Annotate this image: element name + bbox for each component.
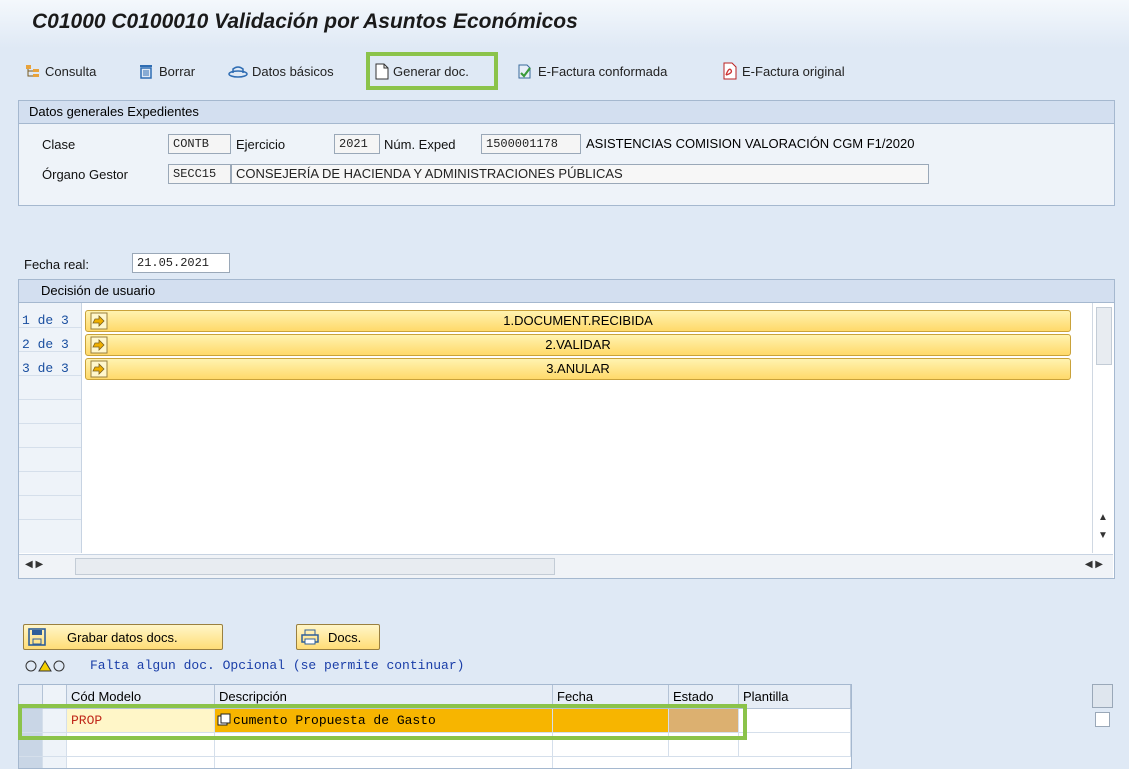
generar-doc-label: Generar doc. bbox=[393, 63, 469, 79]
datos-basicos-label: Datos básicos bbox=[252, 63, 334, 79]
num-exped-label: Núm. Exped bbox=[384, 137, 456, 152]
printer-icon bbox=[301, 629, 319, 645]
hscroll-thumb[interactable] bbox=[75, 558, 555, 575]
col-plantilla[interactable]: Plantilla bbox=[739, 685, 851, 709]
choice-label: 1.DOCUMENT.RECIBIDA bbox=[503, 313, 653, 328]
docs-label: Docs. bbox=[328, 629, 362, 645]
fecha-real-field[interactable]: 21.05.2021 bbox=[132, 253, 230, 273]
decision-panel: Decisión de usuario 1 de 3 1.DOCUMENT.RE… bbox=[18, 279, 1115, 579]
scroll-down-icon[interactable]: ▼ bbox=[1098, 530, 1108, 541]
document-check-icon bbox=[518, 64, 531, 79]
efactura-original-label: E-Factura original bbox=[742, 63, 845, 79]
efactura-original-button[interactable]: E-Factura original bbox=[722, 58, 845, 84]
save-icon bbox=[28, 628, 46, 646]
status-message: Falta algun doc. Opcional (se permite co… bbox=[90, 658, 465, 673]
consulta-button[interactable]: Consulta bbox=[25, 58, 96, 84]
title-bar: C01000 C0100010 Validación por Asuntos E… bbox=[0, 0, 1129, 48]
fecha-real-label: Fecha real: bbox=[24, 257, 90, 272]
table-scroll-thumb[interactable] bbox=[1095, 712, 1110, 727]
scroll-thumb[interactable] bbox=[1096, 307, 1112, 365]
row-selector[interactable] bbox=[19, 709, 43, 733]
borrar-button[interactable]: Borrar bbox=[137, 58, 195, 84]
scroll-up-icon[interactable]: ▲ bbox=[1098, 512, 1108, 523]
pdf-icon bbox=[723, 62, 737, 80]
col-estado[interactable]: Estado bbox=[669, 685, 739, 709]
cod-modelo-cell[interactable]: PROP bbox=[67, 709, 215, 733]
col-descripcion[interactable]: Descripción bbox=[215, 685, 553, 709]
tree-structure-icon bbox=[26, 65, 39, 77]
col-cod-modelo[interactable]: Cód Modelo bbox=[67, 685, 215, 709]
documents-table: Cód Modelo Descripción Fecha Estado Plan… bbox=[18, 684, 852, 769]
choice-label: 2.VALIDAR bbox=[545, 337, 611, 352]
datos-generales-header: Datos generales Expedientes bbox=[19, 101, 1114, 124]
row-selector[interactable] bbox=[19, 757, 43, 768]
option-number: 2 de 3 bbox=[22, 337, 69, 352]
scroll-right-icon[interactable]: ◀ ▶ bbox=[1085, 559, 1103, 570]
hat-icon bbox=[228, 66, 248, 78]
clase-label: Clase bbox=[42, 137, 76, 152]
empty-cell[interactable] bbox=[553, 733, 669, 757]
column-spacer bbox=[43, 685, 67, 709]
generar-doc-button[interactable]: Generar doc. bbox=[375, 58, 469, 84]
choice-document-recibida[interactable]: 1.DOCUMENT.RECIBIDA bbox=[85, 310, 1071, 332]
grabar-datos-docs-button[interactable]: Grabar datos docs. bbox=[23, 624, 223, 650]
decision-header: Decisión de usuario bbox=[19, 280, 1114, 303]
efactura-conformada-button[interactable]: E-Factura conformada bbox=[516, 58, 667, 84]
num-exped-field[interactable]: 1500001178 bbox=[481, 134, 581, 154]
row-spacer bbox=[43, 709, 67, 733]
traffic-light-icon bbox=[25, 660, 65, 672]
empty-cell[interactable] bbox=[67, 757, 215, 768]
borrar-label: Borrar bbox=[159, 63, 196, 79]
empty-cell[interactable] bbox=[739, 733, 851, 757]
choice-anular[interactable]: 3.ANULAR bbox=[85, 358, 1071, 380]
clase-field[interactable]: CONTB bbox=[168, 134, 231, 154]
choice-label: 3.ANULAR bbox=[546, 361, 610, 376]
estado-cell[interactable] bbox=[669, 709, 739, 733]
row-spacer bbox=[43, 733, 67, 757]
row-selector[interactable] bbox=[19, 733, 43, 757]
toolbar: Consulta Borrar Datos básicos Generar do… bbox=[0, 55, 1129, 87]
descripcion-cell[interactable]: cumento Propuesta de Gasto bbox=[215, 709, 553, 733]
ejercicio-field[interactable]: 2021 bbox=[334, 134, 380, 154]
option-number: 3 de 3 bbox=[22, 361, 69, 376]
exped-description: ASISTENCIAS COMISION VALORACIÓN CGM F1/2… bbox=[586, 136, 915, 151]
organo-description: CONSEJERÍA DE HACIENDA Y ADMINISTRACIONE… bbox=[231, 164, 929, 184]
ejercicio-label: Ejercicio bbox=[236, 137, 286, 152]
document-icon bbox=[375, 63, 389, 79]
row-spacer bbox=[43, 757, 67, 768]
consulta-label: Consulta bbox=[45, 63, 97, 79]
scroll-left-icon[interactable]: ◀ ▶ bbox=[25, 559, 43, 570]
vertical-scrollbar[interactable]: ▲ ▼ bbox=[1092, 303, 1114, 553]
grabar-label: Grabar datos docs. bbox=[67, 629, 178, 645]
row-selector-header[interactable] bbox=[19, 685, 43, 709]
horizontal-scrollbar[interactable]: ◀ ▶ ◀ ▶ bbox=[19, 554, 1113, 578]
plantilla-cell[interactable] bbox=[739, 709, 851, 733]
descripcion-text: cumento Propuesta de Gasto bbox=[233, 713, 436, 728]
organo-gestor-field[interactable]: SECC15 bbox=[168, 164, 231, 184]
col-fecha[interactable]: Fecha bbox=[553, 685, 669, 709]
table-settings-button[interactable] bbox=[1092, 684, 1113, 708]
empty-cell[interactable] bbox=[67, 733, 215, 757]
window-title: C01000 C0100010 Validación por Asuntos E… bbox=[32, 10, 578, 33]
empty-cell[interactable] bbox=[215, 757, 553, 768]
efactura-conformada-label: E-Factura conformada bbox=[538, 63, 668, 79]
datos-basicos-button[interactable]: Datos básicos bbox=[228, 58, 334, 84]
option-number: 1 de 3 bbox=[22, 313, 69, 328]
docs-button[interactable]: Docs. bbox=[296, 624, 380, 650]
empty-cell[interactable] bbox=[215, 733, 553, 757]
choice-validar[interactable]: 2.VALIDAR bbox=[85, 334, 1071, 356]
organo-gestor-label: Órgano Gestor bbox=[42, 167, 128, 182]
trash-icon bbox=[140, 65, 152, 79]
empty-cell[interactable] bbox=[669, 733, 739, 757]
copy-icon bbox=[217, 713, 231, 726]
fecha-cell[interactable] bbox=[553, 709, 669, 733]
